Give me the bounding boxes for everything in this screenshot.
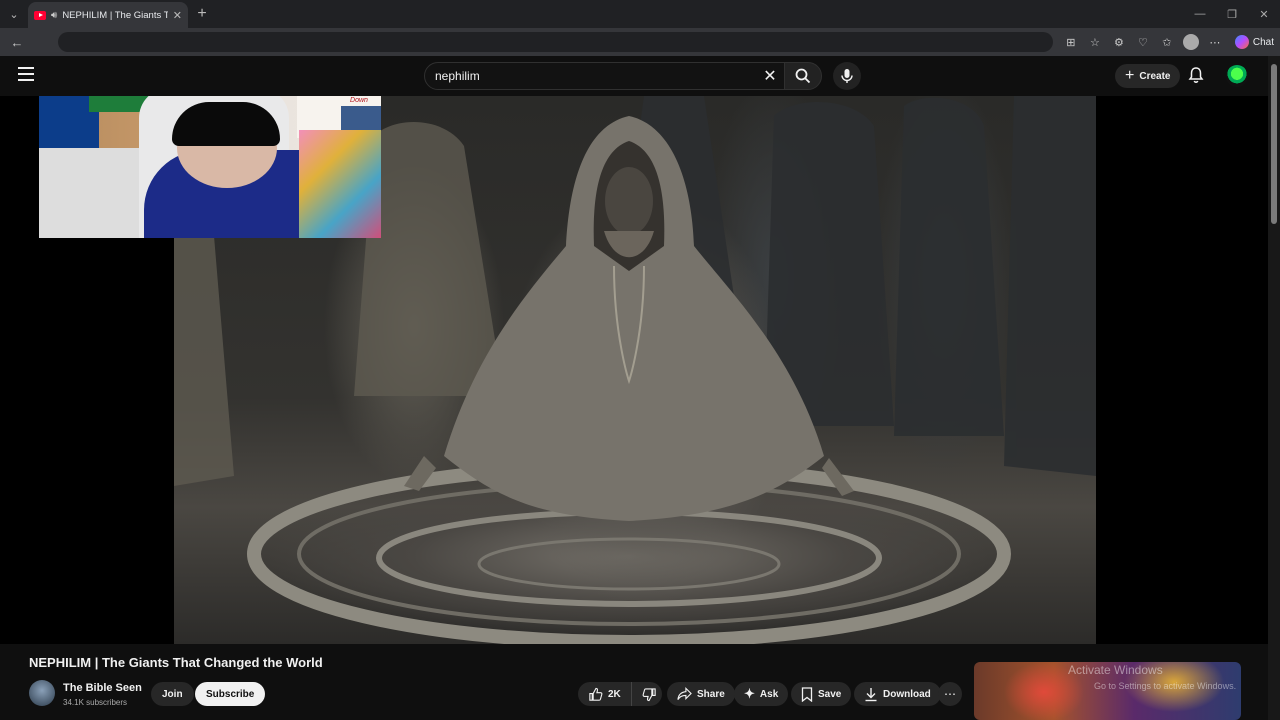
voice-search-button[interactable]	[833, 62, 861, 90]
dislike-button[interactable]	[637, 682, 662, 706]
thumbs-down-icon	[642, 687, 656, 701]
tab-close-icon[interactable]: ✕	[173, 9, 182, 22]
browser-essentials-icon[interactable]: ♡	[1133, 31, 1153, 53]
wall-poster	[299, 130, 381, 238]
search-input[interactable]: nephilim ✕	[424, 62, 786, 90]
share-label: Share	[697, 688, 725, 700]
chat-label: Chat	[1252, 36, 1274, 48]
channel-name[interactable]: The Bible Seen	[63, 682, 142, 694]
video-player[interactable]: K Don't Let Life Get Ya Down	[0, 96, 1268, 644]
save-button[interactable]: Save	[791, 682, 852, 706]
windows-activation-subtext: Go to Settings to activate Windows.	[1094, 681, 1237, 691]
app-available-icon[interactable]: ⊞	[1061, 31, 1081, 53]
like-count: 2K	[608, 688, 621, 700]
create-label: Create	[1139, 70, 1171, 82]
scrollbar-thumb[interactable]	[1271, 64, 1277, 224]
subscribe-button[interactable]: Subscribe	[195, 682, 266, 706]
tab-title: NEPHILIM | The Giants That C	[62, 9, 168, 21]
search-query: nephilim	[435, 69, 480, 83]
windows-activation-watermark: Activate Windows	[1068, 663, 1163, 677]
youtube-header: nephilim ✕ + Create	[0, 56, 1268, 96]
share-button[interactable]: Share	[667, 682, 735, 706]
download-icon	[865, 687, 877, 701]
like-dislike-group: 2K	[578, 682, 662, 706]
browser-tab[interactable]: 🔊︎ NEPHILIM | The Giants That C ✕	[28, 2, 188, 28]
extensions-icon[interactable]: ⚙	[1109, 31, 1129, 53]
subscriber-count: 34.1K subscribers	[63, 698, 128, 707]
more-actions-icon[interactable]: ⋯	[938, 682, 962, 706]
restore-icon[interactable]: ❐	[1216, 8, 1248, 21]
page-scrollbar[interactable]	[1268, 56, 1280, 720]
browser-toolbar-icons: ⊞ ☆ ⚙ ♡ ✩ ⋯ Chat	[1061, 31, 1274, 53]
favorite-star-icon[interactable]: ☆	[1085, 31, 1105, 53]
microphone-icon	[841, 69, 853, 83]
bookmark-icon	[801, 686, 813, 702]
plus-icon: +	[1125, 67, 1135, 84]
copilot-icon	[1234, 35, 1249, 49]
account-avatar[interactable]	[1226, 65, 1248, 87]
close-window-icon[interactable]: ✕	[1248, 8, 1280, 21]
copilot-chat-button[interactable]: Chat	[1234, 35, 1274, 49]
download-button[interactable]: Download	[854, 682, 941, 706]
speaker-icon[interactable]: 🔊︎	[51, 10, 57, 21]
minimize-icon[interactable]: —	[1184, 8, 1216, 21]
sparkle-icon: ✦	[744, 686, 755, 701]
profile-icon[interactable]	[1181, 31, 1201, 53]
back-arrow-icon[interactable]: ←	[6, 31, 28, 53]
youtube-favicon-icon	[34, 10, 46, 20]
video-title: NEPHILIM | The Giants That Changed the W…	[29, 655, 323, 670]
search-icon	[795, 68, 811, 84]
address-bar[interactable]	[58, 32, 1053, 52]
address-bar-row: ← ⊞ ☆ ⚙ ♡ ✩ ⋯ Chat	[0, 28, 1280, 56]
ask-button[interactable]: ✦ Ask	[734, 682, 789, 706]
search-button[interactable]	[784, 62, 822, 90]
hamburger-menu-icon[interactable]	[18, 67, 34, 81]
save-label: Save	[818, 688, 842, 700]
browser-tab-bar: ⌄ 🔊︎ NEPHILIM | The Giants That C ✕ + — …	[0, 0, 1280, 28]
webcam-overlay: K Don't Let Life Get Ya Down	[39, 96, 381, 238]
like-button[interactable]: 2K	[578, 682, 632, 706]
clear-search-icon[interactable]: ✕	[755, 66, 785, 86]
more-options-icon[interactable]: ⋯	[1205, 31, 1225, 53]
favorites-icon[interactable]: ✩	[1157, 31, 1177, 53]
webcam-shelf	[39, 148, 139, 238]
new-tab-button[interactable]: +	[188, 0, 216, 28]
window-controls: — ❐ ✕	[1184, 8, 1280, 21]
channel-avatar[interactable]	[29, 680, 55, 706]
share-arrow-icon	[677, 687, 692, 701]
tab-list-chevron-icon[interactable]: ⌄	[0, 0, 28, 28]
thumbs-up-icon	[589, 687, 603, 701]
wall-sign-text: Don't Let Life Get Ya Down	[342, 96, 376, 105]
download-label: Download	[883, 688, 931, 700]
streamer-beanie	[172, 102, 280, 146]
create-button[interactable]: + Create	[1115, 64, 1181, 88]
ask-label: Ask	[759, 688, 779, 700]
notifications-bell-icon[interactable]	[1188, 66, 1204, 89]
join-button[interactable]: Join	[151, 682, 194, 706]
